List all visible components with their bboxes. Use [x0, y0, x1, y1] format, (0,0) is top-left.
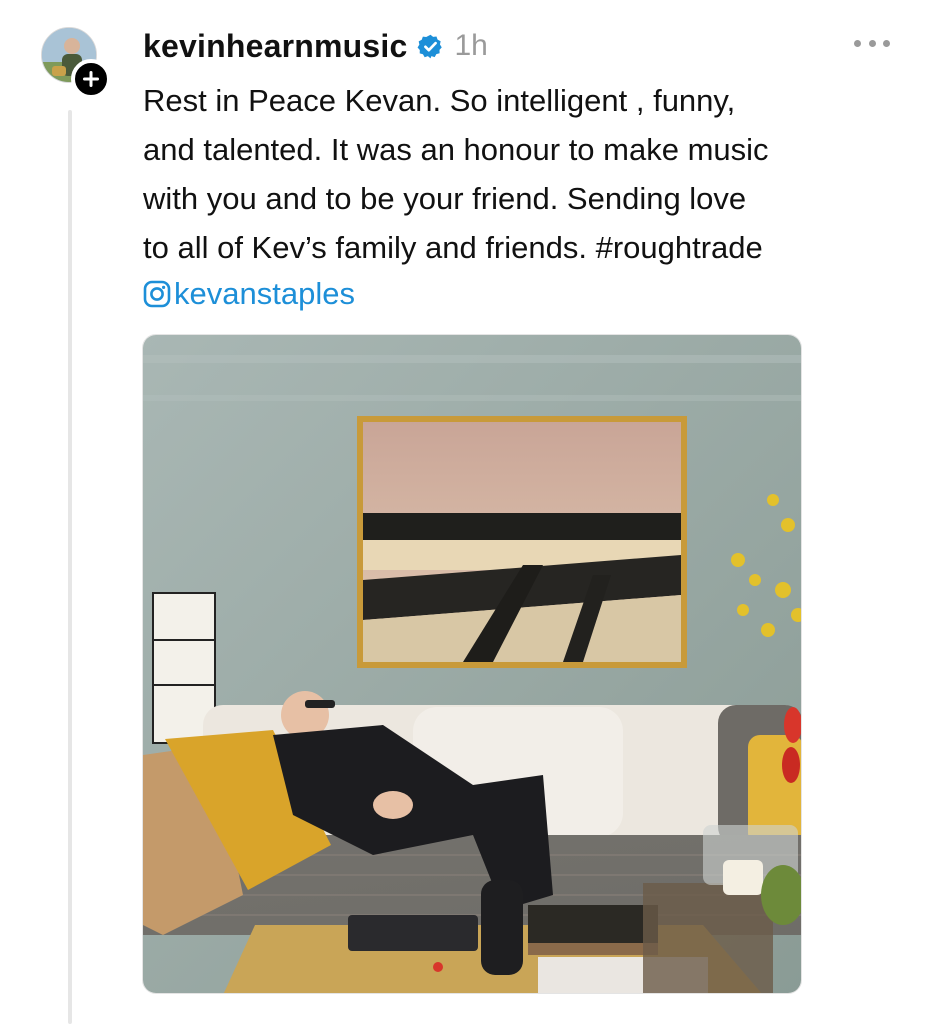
thread-post: kevinhearnmusic 1h Rest in Peace Kevan. … [0, 0, 927, 1024]
post-timestamp: 1h [454, 29, 488, 62]
mention-text[interactable]: kevanstaples [174, 276, 355, 312]
more-dots-icon [868, 39, 876, 47]
instagram-icon [143, 280, 171, 308]
plus-icon [83, 71, 99, 87]
more-dots-icon [883, 39, 890, 47]
post-caption: Rest in Peace Kevan. So intelligent , fu… [143, 76, 903, 272]
thread-line [68, 110, 72, 1024]
caption-line: to all of Kev’s family and friends. #rou… [143, 230, 763, 265]
post-header: kevinhearnmusic 1h [143, 26, 488, 66]
more-options-button[interactable] [854, 36, 890, 50]
avatar-container[interactable] [41, 27, 111, 99]
caption-line: and talented. It was an honour to make m… [143, 132, 769, 167]
caption-line: Rest in Peace Kevan. So intelligent , fu… [143, 83, 736, 118]
username[interactable]: kevinhearnmusic [143, 28, 407, 65]
caption-line: with you and to be your friend. Sending … [143, 181, 747, 216]
post-image[interactable] [142, 334, 802, 994]
more-dots-icon [854, 39, 861, 47]
verified-badge-icon [418, 34, 443, 58]
mention-link[interactable]: kevanstaples [143, 271, 355, 317]
follow-button[interactable] [71, 59, 111, 99]
